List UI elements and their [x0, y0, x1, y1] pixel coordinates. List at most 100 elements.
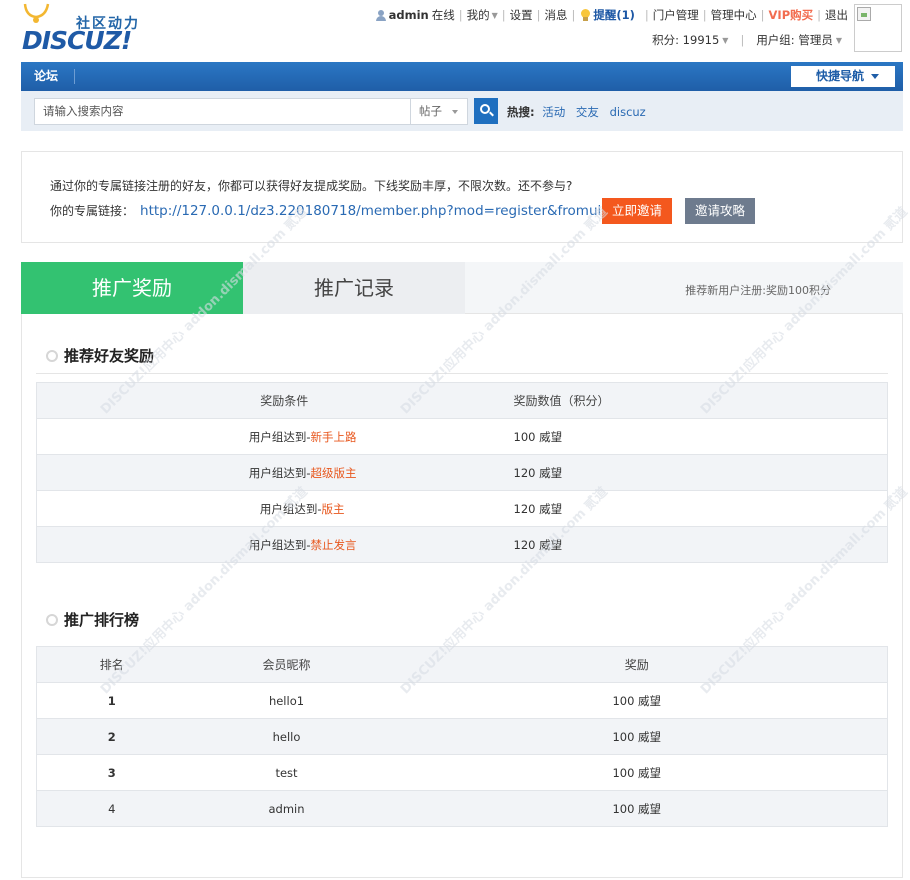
table-header-row: 奖励条件 奖励数值（积分） [36, 382, 888, 419]
reward-section-title: 推荐好友奖励 [46, 345, 154, 366]
lightbulb-icon [581, 9, 591, 21]
table-row: 用户组达到-超级版主 120 威望 [36, 454, 888, 491]
usergroup-link[interactable]: 新手上路 [311, 430, 357, 444]
rank-table: 排名 会员昵称 奖励 1 hello1 100 威望 2 hello 100 威… [36, 646, 888, 827]
table-row: 4 admin 100 威望 [36, 790, 888, 827]
admin-center-link[interactable]: 管理中心 [711, 7, 757, 23]
invite-box: 通过你的专属链接注册的好友，你都可以获得好友提成奖励。下线奖励丰厚，不限次数。还… [21, 151, 903, 243]
username-link[interactable]: admin [389, 8, 429, 22]
menu-separator: | [702, 8, 707, 22]
table-row: 3 test 100 威望 [36, 754, 888, 791]
rank-reward: 100 威望 [386, 682, 888, 719]
reward-condition: 用户组达到-禁止发言 [36, 526, 357, 563]
usergroup-link[interactable]: 超级版主 [311, 466, 357, 480]
column-header: 会员昵称 [186, 646, 387, 683]
chevron-down-icon [871, 74, 879, 79]
search-type-select[interactable]: 帖子 [410, 98, 468, 125]
vip-buy-link[interactable]: VIP购买 [769, 7, 814, 23]
nav-divider [74, 69, 75, 84]
usergroup-link[interactable]: 版主 [322, 502, 345, 516]
search-bar: 请输入搜索内容 帖子 热搜: 活动 交友 discuz [21, 91, 903, 131]
chevron-down-icon[interactable]: ▼ [492, 11, 498, 20]
reward-value: 120 威望 [356, 490, 888, 527]
messages-link[interactable]: 消息 [545, 7, 568, 23]
tab-note: 推荐新用户注册:奖励100积分 [685, 284, 831, 297]
reward-condition: 用户组达到-版主 [36, 490, 357, 527]
circle-icon [46, 349, 58, 362]
column-header: 奖励 [386, 646, 888, 683]
invite-link-row: 你的专属链接： http://127.0.0.1/dz3.220180718/me… [50, 203, 630, 219]
table-row: 用户组达到-禁止发言 120 威望 [36, 526, 888, 563]
reward-value: 120 威望 [356, 454, 888, 491]
table-row: 1 hello1 100 威望 [36, 682, 888, 719]
rank-number: 4 [36, 790, 187, 827]
chevron-down-icon[interactable]: ▼ [836, 36, 842, 45]
menu-separator: | [536, 8, 541, 22]
invite-link-url[interactable]: http://127.0.0.1/dz3.220180718/member.ph… [140, 203, 630, 219]
usergroup-menu[interactable]: 用户组: 管理员 [756, 32, 833, 48]
reward-condition: 用户组达到-新手上路 [36, 418, 357, 455]
table-row: 2 hello 100 威望 [36, 718, 888, 755]
user-meta: 积分: 19915 ▼ | 用户组: 管理员 ▼ [652, 32, 842, 48]
tab-promotion-rewards[interactable]: 推广奖励 [21, 262, 243, 314]
hot-search-label: 热搜: [507, 105, 535, 119]
member-name[interactable]: hello1 [186, 682, 387, 719]
settings-link[interactable]: 设置 [510, 7, 533, 23]
rank-number: 3 [36, 754, 187, 791]
menu-separator: | [817, 8, 821, 22]
member-name[interactable]: test [186, 754, 387, 791]
portal-manage-link[interactable]: 门户管理 [653, 7, 699, 23]
reward-table: 奖励条件 奖励数值（积分） 用户组达到-新手上路 100 威望 用户组达到-超级… [36, 382, 888, 563]
user-menu: admin 在线 | 我的 ▼ | 设置 | 消息 | 提醒(1) | 门户管理… [375, 7, 848, 23]
member-name[interactable]: admin [186, 790, 387, 827]
rank-number: 1 [36, 682, 187, 719]
chevron-down-icon [452, 110, 458, 114]
rank-reward: 100 威望 [386, 754, 888, 791]
nav-item-forum[interactable]: 论坛 [34, 62, 58, 91]
reward-condition: 用户组达到-超级版主 [36, 454, 357, 491]
tab-promotion-records[interactable]: 推广记录 [243, 262, 465, 314]
search-button[interactable] [474, 98, 498, 124]
online-status[interactable]: 在线 [432, 7, 455, 23]
column-header: 奖励条件 [36, 382, 357, 419]
tab-bar: 推广奖励 推广记录 推荐新用户注册:奖励100积分 [21, 262, 903, 314]
rank-section-title-text: 推广排行榜 [64, 611, 140, 629]
reward-value: 120 威望 [356, 526, 888, 563]
invite-now-button[interactable]: 立即邀请 [602, 198, 672, 224]
reward-value: 100 威望 [356, 418, 888, 455]
menu-separator: | [760, 8, 765, 22]
credits-menu[interactable]: 积分: 19915 [652, 32, 719, 48]
column-header: 奖励数值（积分） [356, 382, 888, 419]
quick-nav-button[interactable]: 快捷导航 [791, 66, 895, 87]
search-input[interactable]: 请输入搜索内容 [34, 98, 410, 125]
logo-english-text: DISCUZ! [22, 26, 132, 55]
logout-link[interactable]: 退出 [825, 7, 848, 23]
logo-bulb-icon [23, 3, 50, 23]
hot-search-link[interactable]: discuz [610, 105, 646, 119]
chevron-down-icon[interactable]: ▼ [722, 36, 728, 45]
search-type-value: 帖子 [419, 104, 442, 118]
column-header: 排名 [36, 646, 187, 683]
usergroup-link[interactable]: 禁止发言 [311, 538, 357, 552]
section-divider [36, 373, 888, 374]
top-header: 社区动力 DISCUZ! admin 在线 | 我的 ▼ | 设置 | 消息 |… [0, 0, 910, 60]
promotion-panel: 推广奖励 推广记录 推荐新用户注册:奖励100积分 推荐好友奖励 奖励条件 奖励… [21, 262, 903, 878]
discuz-logo[interactable]: 社区动力 DISCUZ! [18, 2, 148, 56]
invite-guide-button[interactable]: 邀请攻略 [685, 198, 755, 224]
invite-intro: 通过你的专属链接注册的好友，你都可以获得好友提成奖励。下线奖励丰厚，不限次数。还… [50, 179, 573, 193]
table-header-row: 排名 会员昵称 奖励 [36, 646, 888, 683]
hot-search: 热搜: 活动 交友 discuz [507, 104, 653, 120]
remind-link[interactable]: 提醒(1) [593, 7, 635, 23]
table-row: 用户组达到-新手上路 100 威望 [36, 418, 888, 455]
hot-search-link[interactable]: 活动 [542, 105, 565, 119]
member-name[interactable]: hello [186, 718, 387, 755]
main-nav: 论坛 快捷导航 [21, 62, 903, 91]
circle-icon [46, 613, 58, 626]
mine-menu[interactable]: 我的 [467, 7, 490, 23]
table-row: 用户组达到-版主 120 威望 [36, 490, 888, 527]
menu-separator: | [740, 33, 745, 47]
rank-number: 2 [36, 718, 187, 755]
menu-separator: | [644, 8, 649, 22]
avatar[interactable] [854, 4, 902, 52]
hot-search-link[interactable]: 交友 [576, 105, 599, 119]
